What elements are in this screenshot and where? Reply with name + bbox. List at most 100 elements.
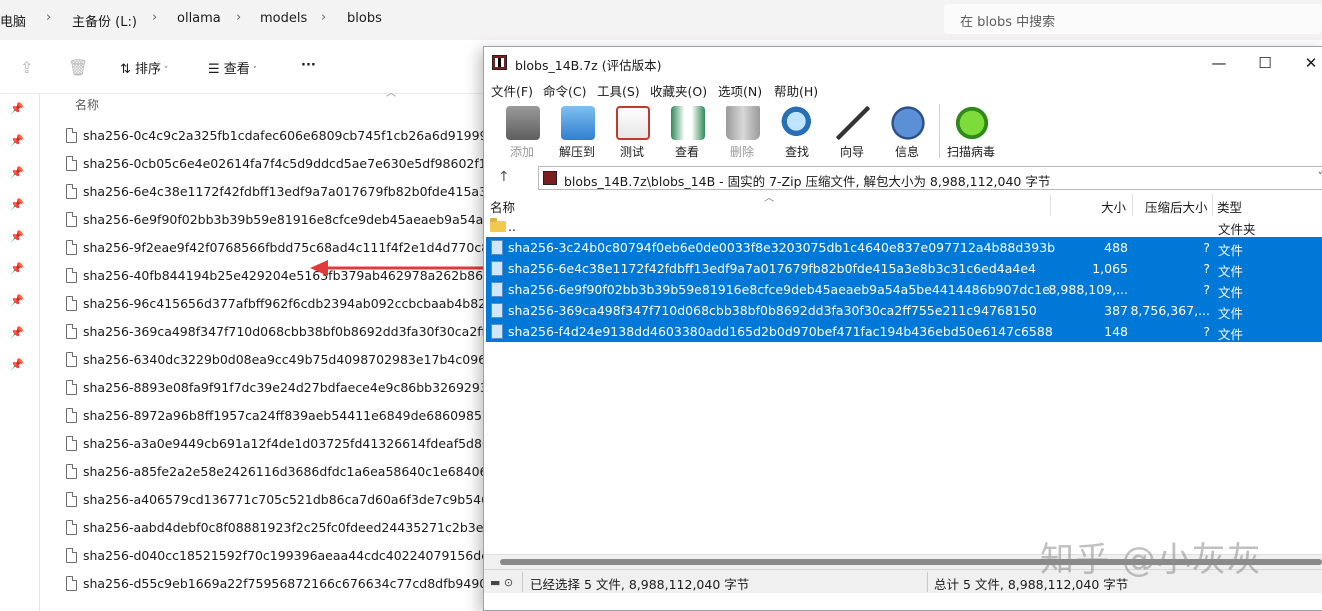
file-row[interactable]: sha256-0c4c9c2a325fb1cdafec606e6809cb745… [64, 125, 484, 147]
file-row[interactable]: sha256-0cb05c6e4e02614fa7f4c5d9ddcd5ae7e… [64, 153, 484, 175]
file-row[interactable]: sha256-8972a96b8ff1957ca24ff839aeb54411e… [64, 405, 484, 427]
file-row[interactable]: sha256-6340dc3229b0d08ea9cc49b75d4098702… [64, 349, 484, 371]
pin-icon[interactable]: 📌 [10, 294, 24, 307]
file-row[interactable]: sha256-a406579cd136771c705c521db86ca7d60… [64, 489, 484, 511]
watermark-text: 知乎 @小灰灰 [1040, 540, 1262, 580]
column-header-packed-size[interactable]: 压缩后大小 [1145, 197, 1208, 216]
virus-scan-button[interactable]: 扫描病毒 [946, 104, 996, 160]
menu-command[interactable]: 命令(C) [543, 81, 586, 100]
add-label: 添加 [509, 145, 534, 159]
view-button[interactable]: ☰ 查看 ˅ [208, 58, 257, 77]
wizard-button[interactable]: 向导 [827, 104, 877, 160]
row-name: sha256-6e4c38e1172f42fdbff13edf9a7a01767… [508, 261, 1036, 276]
pin-icon[interactable]: 📌 [10, 358, 24, 371]
info-button[interactable]: 信息 [882, 104, 932, 160]
trash-icon[interactable]: 🗑 [68, 58, 88, 77]
file-name: sha256-a85fe2a2e58e2426116d3686dfdc1a6ea… [83, 464, 484, 479]
column-header-size[interactable]: 大小 [1101, 197, 1126, 216]
file-icon [491, 261, 503, 276]
toolbar: 添加 解压到 测试 查看 删除 查找 向导 信息 扫描病毒 [484, 100, 1322, 164]
test-button[interactable]: 测试 [607, 104, 657, 160]
share-icon[interactable]: ⇪ [20, 58, 33, 77]
minimize-button[interactable]: — [1196, 51, 1242, 75]
column-header-name[interactable]: 名称 [490, 197, 515, 216]
add-icon [506, 106, 540, 140]
path-combobox[interactable]: blobs_14B.7z\blobs_14B - 固实的 7-Zip 压缩文件,… [538, 166, 1322, 190]
breadcrumb-ollama[interactable]: ollama [177, 11, 221, 26]
menu-tools[interactable]: 工具(S) [597, 81, 640, 100]
breadcrumb-this-pc[interactable]: 电脑 [0, 11, 26, 30]
menu-favorites[interactable]: 收藏夹(O) [650, 81, 707, 100]
row-name: .. [508, 219, 516, 234]
breadcrumb-separator-icon: › [152, 10, 158, 25]
up-arrow-icon[interactable]: ↑ [498, 169, 510, 185]
row-name: sha256-f4d24e9138dd4603380add165d2b0d970… [508, 324, 1053, 339]
column-header-name[interactable]: 名称 [75, 96, 99, 113]
red-arrow-annotation [310, 260, 498, 276]
column-separator[interactable] [1050, 194, 1051, 216]
pin-icon[interactable]: 📌 [10, 230, 24, 243]
archive-row[interactable]: sha256-f4d24e9138dd4603380add165d2b0d970… [486, 321, 1322, 342]
file-row[interactable]: sha256-8893e08fa9f91f7dc39e24d27bdfaece4… [64, 377, 484, 399]
search-box[interactable]: 在 blobs 中搜索 [944, 4, 1322, 34]
add-button[interactable]: 添加 [497, 104, 547, 160]
menu-bar: 文件(F) 命令(C) 工具(S) 收藏夹(O) 选项(N) 帮助(H) [484, 78, 1322, 100]
file-row[interactable]: sha256-d55c9eb1669a22f75956872166c676634… [64, 573, 484, 595]
file-icon [66, 380, 77, 395]
file-icon [66, 240, 77, 255]
column-separator[interactable] [1132, 194, 1133, 216]
arrow-head-icon [310, 260, 328, 276]
file-row[interactable]: sha256-369ca498f347f710d068cbb38bf0b8692… [64, 321, 484, 343]
archive-row[interactable]: sha256-6e4c38e1172f42fdbff13edf9a7a01767… [486, 258, 1322, 279]
file-row[interactable]: sha256-6e4c38e1172f42fdbff13edf9a7a01767… [64, 181, 484, 203]
file-row[interactable]: sha256-6e9f90f02bb3b39b59e81916e8cfce9de… [64, 209, 484, 231]
find-button[interactable]: 查找 [772, 104, 822, 160]
archive-row[interactable]: sha256-3c24b0c80794f0eb6e0de0033f8e32030… [486, 237, 1322, 258]
7zip-window: blobs_14B.7z (评估版本) — ☐ ✕ 文件(F) 命令(C) 工具… [483, 46, 1322, 611]
pin-icon[interactable]: 📌 [10, 262, 24, 275]
column-header-type[interactable]: 类型 [1217, 197, 1242, 216]
row-size: 8,988,109,... [1048, 282, 1128, 297]
chevron-down-icon[interactable]: ˅ [1318, 170, 1322, 183]
extract-to-button[interactable]: 解压到 [552, 104, 602, 160]
file-icon [66, 436, 77, 451]
breadcrumb-separator-icon: › [46, 10, 52, 25]
file-name: sha256-6e9f90f02bb3b39b59e81916e8cfce9de… [83, 212, 484, 227]
pin-icon[interactable]: 📌 [10, 166, 24, 179]
column-separator[interactable] [1212, 194, 1213, 216]
file-row[interactable]: sha256-aabd4debf0c8f08881923f2c25fc0fdee… [64, 517, 484, 539]
breadcrumb-blobs[interactable]: blobs [347, 11, 382, 26]
file-row[interactable]: sha256-96c415656d377afbff962f6cdb2394ab0… [64, 293, 484, 315]
wizard-icon [836, 106, 870, 140]
menu-file[interactable]: 文件(F) [491, 81, 533, 100]
file-icon [491, 303, 503, 318]
breadcrumb-models[interactable]: models [260, 11, 307, 26]
sort-button[interactable]: ⇅ 排序 ˅ [120, 58, 168, 77]
pin-icon[interactable]: 📌 [10, 134, 24, 147]
pin-icon[interactable]: 📌 [10, 326, 24, 339]
pin-icon[interactable]: 📌 [10, 198, 24, 211]
parent-folder-row[interactable]: .. 文件夹 [486, 216, 1322, 237]
file-row[interactable]: sha256-a85fe2a2e58e2426116d3686dfdc1a6ea… [64, 461, 484, 483]
file-name: sha256-d55c9eb1669a22f75956872166c676634… [83, 576, 484, 591]
maximize-button[interactable]: ☐ [1242, 51, 1288, 75]
row-name: sha256-6e9f90f02bb3b39b59e81916e8cfce9de… [508, 282, 1050, 297]
close-button[interactable]: ✕ [1288, 51, 1322, 75]
sort-ascending-icon: ︿ [386, 88, 396, 99]
menu-options[interactable]: 选项(N) [718, 81, 762, 100]
archive-row[interactable]: sha256-6e9f90f02bb3b39b59e81916e8cfce9de… [486, 279, 1322, 300]
file-name: sha256-0c4c9c2a325fb1cdafec606e6809cb745… [83, 128, 484, 143]
menu-help[interactable]: 帮助(H) [774, 81, 818, 100]
navigation-pane: 📌 📌 📌 📌 📌 📌 📌 📌 📌 [0, 94, 40, 611]
path-text: blobs_14B.7z\blobs_14B - 固实的 7-Zip 压缩文件,… [564, 174, 1051, 189]
file-row[interactable]: sha256-a3a0e9449cb691a12f4de1d03725fd413… [64, 433, 484, 455]
file-row[interactable]: sha256-d040cc18521592f70c199396aeaa44cdc… [64, 545, 484, 567]
title-bar[interactable]: blobs_14B.7z (评估版本) — ☐ ✕ [484, 47, 1322, 78]
view-button[interactable]: 查看 [662, 104, 712, 160]
delete-button[interactable]: 删除 [717, 104, 767, 160]
archive-row[interactable]: sha256-369ca498f347f710d068cbb38bf0b8692… [486, 300, 1322, 321]
breadcrumb-drive[interactable]: 主备份 (L:) [72, 11, 137, 30]
more-options-button[interactable]: ··· [301, 58, 316, 73]
chevron-down-icon: ˅ [161, 66, 169, 76]
pin-icon[interactable]: 📌 [10, 102, 24, 115]
